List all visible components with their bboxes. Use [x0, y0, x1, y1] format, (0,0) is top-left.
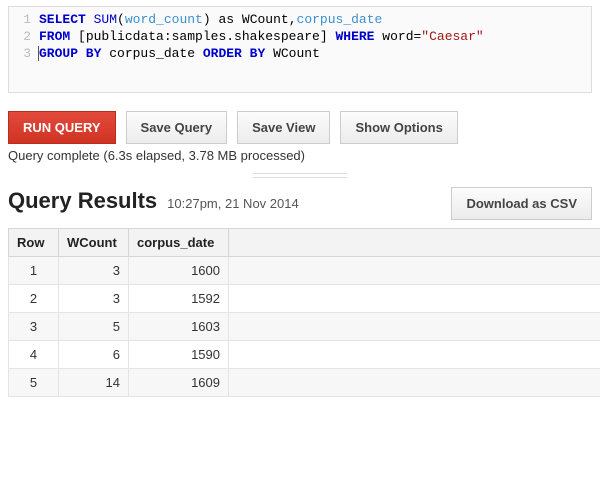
pane-divider[interactable]	[8, 171, 592, 177]
table-row: 1 3 1600	[9, 257, 600, 285]
cell-corpus-date: 1592	[129, 285, 229, 313]
table-row: 2 3 1592	[9, 285, 600, 313]
cell-filler	[229, 341, 600, 369]
cell-corpus-date: 1600	[129, 257, 229, 285]
results-header: Query Results 10:27pm, 21 Nov 2014 Downl…	[8, 187, 592, 220]
results-timestamp: 10:27pm, 21 Nov 2014	[167, 196, 299, 211]
query-status: Query complete (6.3s elapsed, 3.78 MB pr…	[8, 148, 592, 163]
line-number: 3	[9, 45, 39, 62]
col-corpus-date: corpus_date	[129, 229, 229, 257]
line-number: 2	[9, 28, 39, 45]
col-wcount: WCount	[59, 229, 129, 257]
save-view-button[interactable]: Save View	[237, 111, 330, 144]
cell-rownum: 1	[9, 257, 59, 285]
cell-filler	[229, 313, 600, 341]
results-title: Query Results	[8, 188, 157, 214]
results-table: Row WCount corpus_date 1 3 1600 2 3 1592…	[8, 228, 600, 397]
cell-wcount: 6	[59, 341, 129, 369]
cell-rownum: 5	[9, 369, 59, 397]
code-line: GROUP BY corpus_date ORDER BY WCount	[39, 45, 591, 62]
cell-wcount: 14	[59, 369, 129, 397]
table-row: 5 14 1609	[9, 369, 600, 397]
cell-rownum: 2	[9, 285, 59, 313]
sql-editor[interactable]: 1 SELECT SUM(word_count) as WCount,corpu…	[8, 6, 592, 93]
show-options-button[interactable]: Show Options	[340, 111, 457, 144]
results-body: 1 3 1600 2 3 1592 3 5 1603 4 6 1590 5 14…	[9, 257, 600, 397]
cell-wcount: 3	[59, 285, 129, 313]
cell-corpus-date: 1603	[129, 313, 229, 341]
cell-filler	[229, 369, 600, 397]
cell-rownum: 3	[9, 313, 59, 341]
cell-corpus-date: 1609	[129, 369, 229, 397]
code-line: FROM [publicdata:samples.shakespeare] WH…	[39, 28, 591, 45]
query-toolbar: RUN QUERY Save Query Save View Show Opti…	[8, 111, 592, 144]
cell-corpus-date: 1590	[129, 341, 229, 369]
table-row: 3 5 1603	[9, 313, 600, 341]
save-query-button[interactable]: Save Query	[126, 111, 228, 144]
cell-filler	[229, 285, 600, 313]
line-number: 1	[9, 11, 39, 28]
cell-rownum: 4	[9, 341, 59, 369]
code-line: SELECT SUM(word_count) as WCount,corpus_…	[39, 11, 591, 28]
download-csv-button[interactable]: Download as CSV	[451, 187, 592, 220]
cell-wcount: 3	[59, 257, 129, 285]
cell-wcount: 5	[59, 313, 129, 341]
col-filler	[229, 229, 600, 257]
table-row: 4 6 1590	[9, 341, 600, 369]
col-row: Row	[9, 229, 59, 257]
cell-filler	[229, 257, 600, 285]
run-query-button[interactable]: RUN QUERY	[8, 111, 116, 144]
